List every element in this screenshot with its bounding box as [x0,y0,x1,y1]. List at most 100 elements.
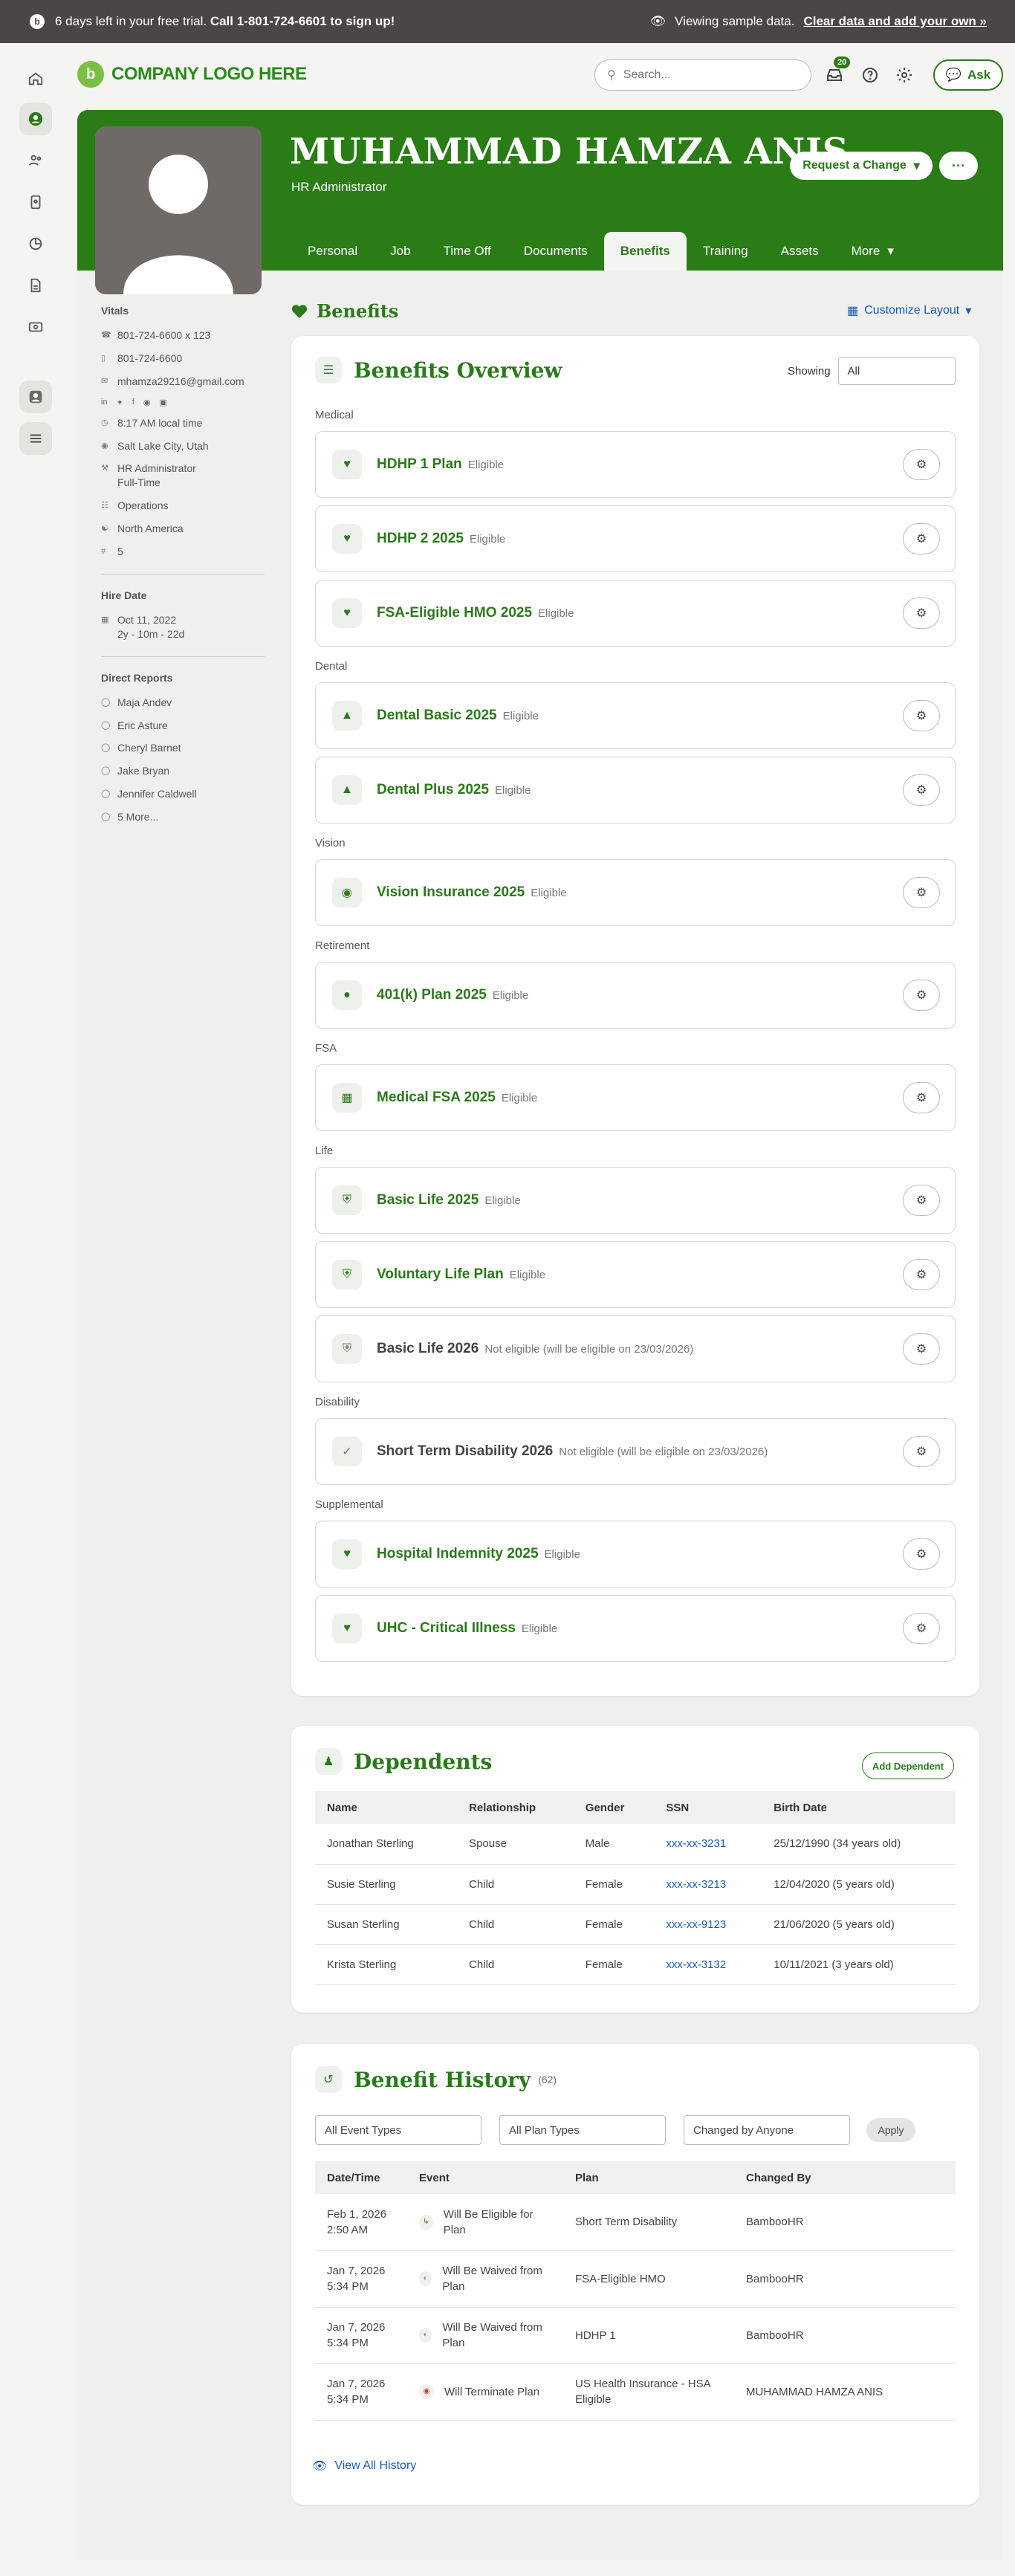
add-dependent-button[interactable]: Add Dependent [862,1753,954,1779]
tab-documents[interactable]: Documents [507,232,604,271]
home-icon[interactable] [19,62,52,95]
benefit-plan-row[interactable]: ♥ HDHP 2 2025 Eligible ⚙ [315,505,956,572]
plan-type-filter[interactable]: All Plan Types [499,2115,666,2145]
benefit-plan-row[interactable]: ◉ Vision Insurance 2025 Eligible ⚙ [315,859,956,926]
plan-settings-gear-icon[interactable]: ⚙ [903,449,940,480]
benefit-plan-row[interactable]: ▦ Medical FSA 2025 Eligible ⚙ [315,1064,956,1131]
request-change-button[interactable]: Request a Change ▾ [790,152,933,180]
event-label: Will Terminate Plan [444,2385,540,2398]
social-links: in ✦ f ◉ ▣ [101,398,265,407]
view-all-history-link[interactable]: 👁 View All History [312,2459,416,2473]
benefit-plan-row[interactable]: ♥ UHC - Critical Illness Eligible ⚙ [315,1595,956,1662]
plan-settings-gear-icon[interactable]: ⚙ [903,1538,940,1570]
plan-name: Basic Life 2025 [377,1192,479,1208]
clear-data-link[interactable]: Clear data and add your own » [803,14,987,29]
dependent-ssn[interactable]: xxx-xx-3231 [654,1824,762,1865]
tenure: 2y - 10m - 22d [117,627,185,640]
report-link[interactable]: Jennifer Caldwell [117,787,197,801]
plan-settings-gear-icon[interactable]: ⚙ [903,1613,940,1644]
benefit-plan-row[interactable]: ✓ Short Term Disability 2026 Not eligible … [315,1418,956,1485]
table-row[interactable]: Susie Sterling Child Female xxx-xx-3213 12/0… [315,1864,956,1905]
reports-icon[interactable] [19,227,52,260]
my-info-icon[interactable] [19,103,52,135]
help-icon[interactable] [859,64,881,86]
benefit-plan-row[interactable]: ● 401(k) Plan 2025 Eligible ⚙ [315,962,956,1029]
logo-icon: b [77,61,104,88]
event-type-filter[interactable]: All Event Types [315,2115,481,2145]
plan-settings-gear-icon[interactable]: ⚙ [903,523,940,554]
ask-label: Ask [967,68,991,82]
table-row[interactable]: Susan Sterling Child Female xxx-xx-9123 21/0… [315,1904,956,1945]
plan-status: Eligible [495,783,531,797]
plan-settings-gear-icon[interactable]: ⚙ [903,1436,940,1467]
benefit-plan-row[interactable]: ⛨ Basic Life 2026 Not eligible (will be el… [315,1315,956,1382]
search-box[interactable]: ⚲ [594,59,811,91]
plan-settings-gear-icon[interactable]: ⚙ [903,1185,940,1216]
tab-training[interactable]: Training [687,232,765,271]
settings-gear-icon[interactable] [893,64,915,86]
tab-assets[interactable]: Assets [765,232,835,271]
benefit-plan-row[interactable]: ♥ Hospital Indemnity 2025 Eligible ⚙ [315,1521,956,1588]
profile-photo[interactable] [95,126,262,294]
apply-button[interactable]: Apply [866,2118,915,2142]
plan-settings-gear-icon[interactable]: ⚙ [903,598,940,629]
plan-settings-gear-icon[interactable]: ⚙ [903,980,940,1011]
report-link[interactable]: Cheryl Barnet [117,741,181,755]
hiring-icon[interactable] [19,186,52,219]
benefit-plan-row[interactable]: ⛨ Voluntary Life Plan Eligible ⚙ [315,1241,956,1308]
pinterest-icon[interactable]: ◉ [143,398,151,407]
email[interactable]: mhamza29216@gmail.com [117,375,244,389]
plan-settings-gear-icon[interactable]: ⚙ [903,1259,940,1290]
benefits-heading: Benefits [291,300,398,322]
instagram-icon[interactable]: ▣ [159,398,166,407]
plan-status: Eligible [469,532,506,546]
menu-icon[interactable] [19,422,52,455]
tab-benefits[interactable]: Benefits [603,232,687,271]
dependent-ssn[interactable]: xxx-xx-3213 [654,1864,762,1905]
company-logo[interactable]: b COMPANY LOGO HERE [77,61,307,88]
linkedin-icon[interactable]: in [101,398,108,407]
plan-status: Eligible [467,458,505,471]
dependent-ssn[interactable]: xxx-xx-9123 [654,1904,762,1945]
dependent-ssn[interactable]: xxx-xx-3132 [654,1944,762,1985]
inbox-icon[interactable]: 20 [823,56,851,86]
payroll-icon[interactable] [19,311,52,343]
table-row[interactable]: Jonathan Sterling Spouse Male xxx-xx-3231 25… [315,1824,956,1865]
changed-by-filter[interactable]: Changed by Anyone [684,2115,850,2145]
benefit-plan-row[interactable]: ♥ HDHP 1 Plan Eligible ⚙ [315,431,956,498]
twitter-icon[interactable]: ✦ [117,398,123,407]
job-type: Full-Time [117,476,160,489]
plan-settings-gear-icon[interactable]: ⚙ [903,877,940,908]
table-row[interactable]: Krista Sterling Child Female xxx-xx-3132 10/… [315,1944,956,1985]
customize-layout-button[interactable]: ▦ Customize Layout ▾ [847,303,971,318]
more-reports-link[interactable]: 5 More... [117,810,158,824]
report-link[interactable]: Eric Asture [117,719,168,733]
plan-status: Eligible [538,606,574,620]
benefit-plan-row[interactable]: ♥ FSA-Eligible HMO 2025 Eligible ⚙ [315,580,956,647]
files-icon[interactable] [19,269,52,302]
plan-settings-gear-icon[interactable]: ⚙ [903,1333,940,1365]
tab-time-off[interactable]: Time Off [427,232,507,271]
benefit-plan-row[interactable]: ▲ Dental Basic 2025 Eligible ⚙ [315,682,956,749]
facebook-icon[interactable]: f [132,398,134,407]
benefit-plan-row[interactable]: ⛨ Basic Life 2025 Eligible ⚙ [315,1167,956,1234]
people-icon[interactable] [19,144,52,177]
plan-settings-gear-icon[interactable]: ⚙ [903,700,940,731]
ask-button[interactable]: 💬 Ask [933,59,1003,91]
benefit-plan-row[interactable]: ▲ Dental Plus 2025 Eligible ⚙ [315,757,956,823]
showing-select[interactable]: All [837,357,956,385]
plan-name: HDHP 2 2025 [377,531,464,546]
more-actions-button[interactable]: ··· [939,152,978,180]
search-input[interactable] [623,68,787,82]
history-title: Benefit History [354,2067,531,2092]
history-plan: US Health Insurance - HSA Eligible [563,2363,734,2421]
notification-badge: 20 [834,56,851,68]
tab-personal[interactable]: Personal [291,232,374,271]
report-link[interactable]: Maja Andev [117,696,172,710]
tab-job[interactable]: Job [374,232,427,271]
avatar-icon[interactable] [19,381,52,413]
plan-settings-gear-icon[interactable]: ⚙ [903,774,940,806]
report-link[interactable]: Jake Bryan [117,764,169,778]
tab-more[interactable]: More ▾ [835,232,910,271]
plan-settings-gear-icon[interactable]: ⚙ [903,1082,940,1113]
